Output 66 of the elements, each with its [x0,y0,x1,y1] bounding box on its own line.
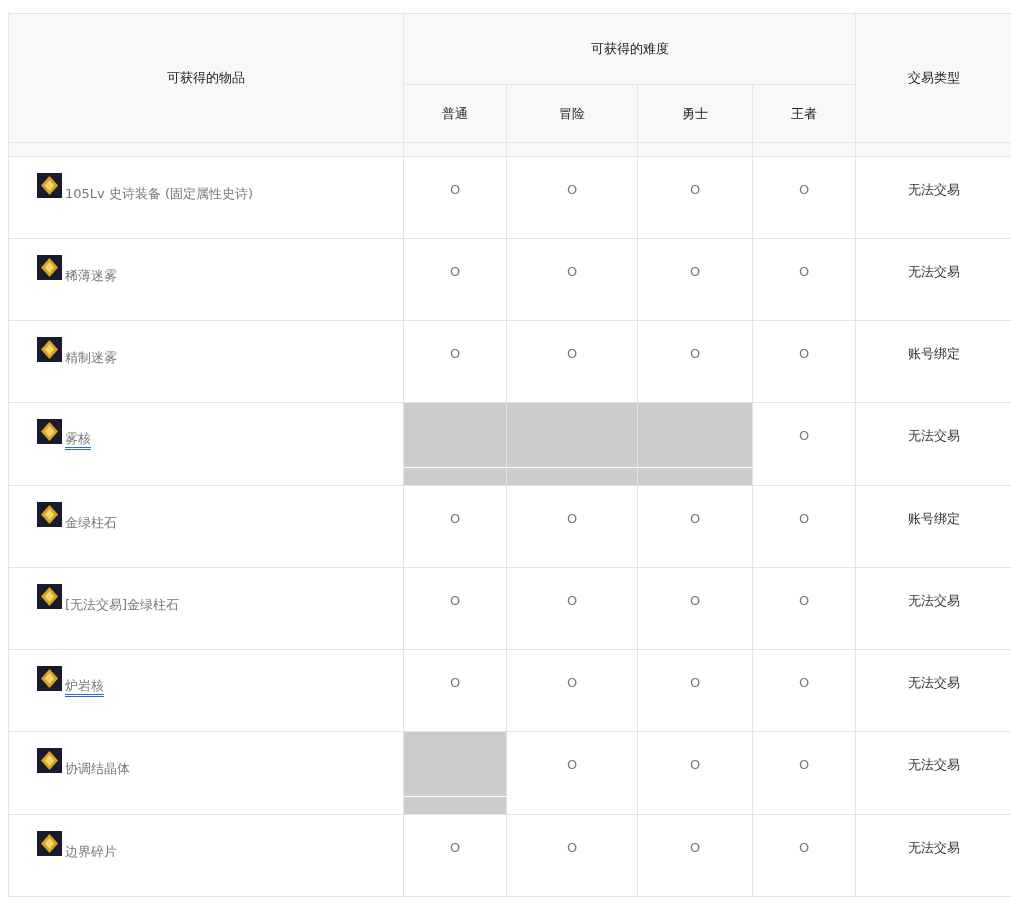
trade-type: 无法交易 [907,839,960,855]
item-link[interactable]: 雾核 [65,431,91,450]
availability-mark: O [798,839,810,855]
trade-type: 账号绑定 [907,345,960,361]
item-name: 稀薄迷雾 [65,267,117,285]
availability-mark: O [449,345,461,361]
column-header: 王者 [791,105,817,121]
gem-icon [37,666,62,691]
availability-mark: O [798,181,810,197]
availability-mark: O [798,345,810,361]
column-header: 普通 [442,105,468,121]
availability-mark: O [449,263,461,279]
column-header: 勇士 [682,105,708,121]
availability-mark: O [798,757,810,773]
gem-icon [37,584,62,609]
trade-type: 无法交易 [907,428,960,444]
column-header: 冒险 [559,105,585,121]
trade-type: 无法交易 [907,263,960,279]
gem-icon [37,337,62,362]
trade-type: 无法交易 [907,181,960,197]
availability-mark: O [566,757,578,773]
item-name: 105Lv 史诗装备 (固定属性史诗) [65,185,254,203]
availability-mark: O [689,510,701,526]
trade-type: 无法交易 [907,674,960,690]
availability-mark: O [449,592,461,608]
availability-mark: O [689,345,701,361]
availability-mark: O [566,345,578,361]
gem-icon [37,255,62,280]
gem-icon [37,419,62,444]
availability-mark: O [689,674,701,690]
item-link[interactable]: 炉岩核 [65,678,104,697]
gem-icon [37,502,62,527]
availability-mark: O [566,181,578,197]
trade-type: 无法交易 [907,592,960,608]
availability-mark: O [798,428,810,444]
availability-mark: O [689,592,701,608]
availability-mark: O [689,839,701,855]
availability-mark: O [566,263,578,279]
gem-icon [37,831,62,856]
trade-type: 账号绑定 [907,510,960,526]
trade-type: 无法交易 [907,757,960,773]
availability-mark: O [798,674,810,690]
column-header: 可获得的物品 [167,70,245,86]
item-name: 边界碎片 [65,843,117,861]
column-header: 交易类型 [907,70,960,86]
availability-mark: O [689,757,701,773]
availability-mark: O [449,510,461,526]
availability-mark: O [689,181,701,197]
gem-icon [37,748,62,773]
item-name: 精制迷雾 [65,349,117,367]
availability-mark: O [449,181,461,197]
column-group-header: 可获得的难度 [590,41,669,57]
availability-mark: O [566,592,578,608]
availability-mark: O [798,510,810,526]
item-name: [无法交易]金绿柱石 [65,596,180,614]
availability-mark: O [449,839,461,855]
item-name: 金绿柱石 [65,514,117,532]
availability-mark: O [566,510,578,526]
availability-mark: O [449,674,461,690]
availability-mark: O [798,263,810,279]
gem-icon [37,173,62,198]
availability-mark: O [566,839,578,855]
availability-mark: O [566,674,578,690]
availability-mark: O [798,592,810,608]
availability-mark: O [689,263,701,279]
item-name: 协调结晶体 [65,760,130,778]
